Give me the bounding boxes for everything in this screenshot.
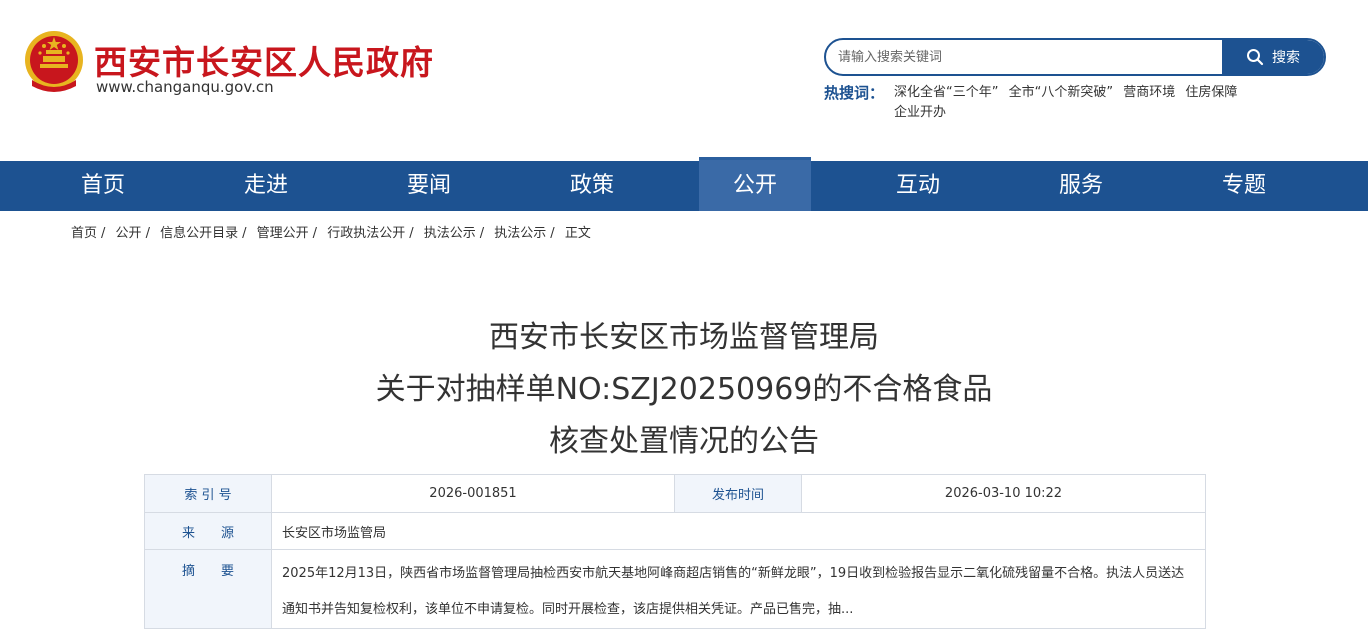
breadcrumb-item[interactable]: 执法公示 xyxy=(494,226,546,241)
search-box: 搜索 xyxy=(824,38,1326,76)
hot-word[interactable]: 全市“八个新突破” xyxy=(1009,85,1113,100)
breadcrumb-separator: / xyxy=(101,226,106,241)
nav-item-interact[interactable]: 互动 xyxy=(862,161,974,211)
article-title: 西安市长安区市场监督管理局 关于对抽样单NO:SZJ20250969的不合格食品… xyxy=(0,312,1368,468)
search-button[interactable]: 搜索 xyxy=(1222,40,1324,74)
article-title-line: 西安市长安区市场监督管理局 xyxy=(489,320,879,355)
summary-value: 2025年12月13日，陕西省市场监督管理局抽检西安市航天基地阿峰商超店销售的“… xyxy=(271,549,1206,629)
search-input[interactable] xyxy=(826,40,1222,74)
hot-search-label: 热搜词： xyxy=(824,84,885,102)
nav-item-home[interactable]: 首页 xyxy=(47,161,159,211)
search-button-label: 搜索 xyxy=(1272,50,1300,66)
breadcrumb-item[interactable]: 公开 xyxy=(116,226,142,241)
breadcrumb-separator: / xyxy=(479,226,485,241)
site-title[interactable]: 西安市长安区人民政府 xyxy=(94,36,434,84)
hot-word[interactable]: 深化全省“三个年” xyxy=(894,85,998,100)
nav-item-topic[interactable]: 专题 xyxy=(1188,161,1300,211)
nav-item-about[interactable]: 走进 xyxy=(210,161,322,211)
search-icon xyxy=(1247,49,1264,66)
hot-word[interactable]: 住房保障 xyxy=(1185,85,1237,100)
main-nav: 首页 走进 要闻 政策 公开 互动 服务 专题 xyxy=(0,157,1368,211)
index-value: 2026-001851 xyxy=(271,474,675,513)
breadcrumb-separator: / xyxy=(409,226,414,241)
article-title-line: 核查处置情况的公告 xyxy=(549,424,819,459)
source-value: 长安区市场监管局 xyxy=(271,512,1206,550)
hot-word[interactable]: 营商环境 xyxy=(1123,85,1175,100)
site-domain: www.changanqu.gov.cn xyxy=(96,78,274,96)
breadcrumb-separator: / xyxy=(550,226,555,241)
breadcrumb-separator: / xyxy=(312,226,318,241)
breadcrumb-item[interactable]: 管理公开 xyxy=(257,226,309,241)
nav-item-policy[interactable]: 政策 xyxy=(536,161,648,211)
breadcrumb: 首页 / 公开 / 信息公开目录 / 管理公开 / 行政执法公开 / 执法公示 / 执法公示… xyxy=(71,222,591,241)
hot-search-words: 深化全省“三个年” 全市“八个新突破” 营商环境 住房保障 企业开办 xyxy=(894,83,1294,123)
breadcrumb-item[interactable]: 信息公开目录 xyxy=(160,226,238,241)
breadcrumb-current: 正文 xyxy=(564,226,591,241)
summary-label: 摘 要 xyxy=(144,549,272,629)
publish-date-value: 2026-03-10 10:22 xyxy=(801,474,1206,513)
source-label: 来 源 xyxy=(144,512,272,550)
nav-item-service[interactable]: 服务 xyxy=(1025,161,1137,211)
site-header: 西安市长安区人民政府 www.changanqu.gov.cn 搜索 热搜词： … xyxy=(0,0,1368,160)
national-emblem-icon[interactable] xyxy=(22,28,86,96)
article-title-line: 关于对抽样单NO:SZJ20250969的不合格食品 xyxy=(375,372,993,407)
breadcrumb-item[interactable]: 首页 xyxy=(71,226,97,241)
breadcrumb-separator: / xyxy=(242,226,247,241)
table-row: 来 源 长安区市场监管局 xyxy=(144,512,1206,550)
hot-word[interactable]: 企业开办 xyxy=(894,105,946,120)
nav-item-public[interactable]: 公开 xyxy=(699,157,811,211)
table-row: 摘 要 2025年12月13日，陕西省市场监督管理局抽检西安市航天基地阿峰商超店… xyxy=(144,549,1206,629)
breadcrumb-item[interactable]: 执法公示 xyxy=(424,226,476,241)
table-row: 索 引 号 2026-001851 发布时间 2026-03-10 10:22 xyxy=(144,474,1206,513)
index-label: 索 引 号 xyxy=(144,474,272,513)
publish-date-label: 发布时间 xyxy=(674,474,802,513)
nav-item-news[interactable]: 要闻 xyxy=(373,161,485,211)
article-info-table: 索 引 号 2026-001851 发布时间 2026-03-10 10:22 … xyxy=(144,474,1206,629)
breadcrumb-separator: / xyxy=(145,226,150,241)
breadcrumb-item[interactable]: 行政执法公开 xyxy=(327,226,405,241)
